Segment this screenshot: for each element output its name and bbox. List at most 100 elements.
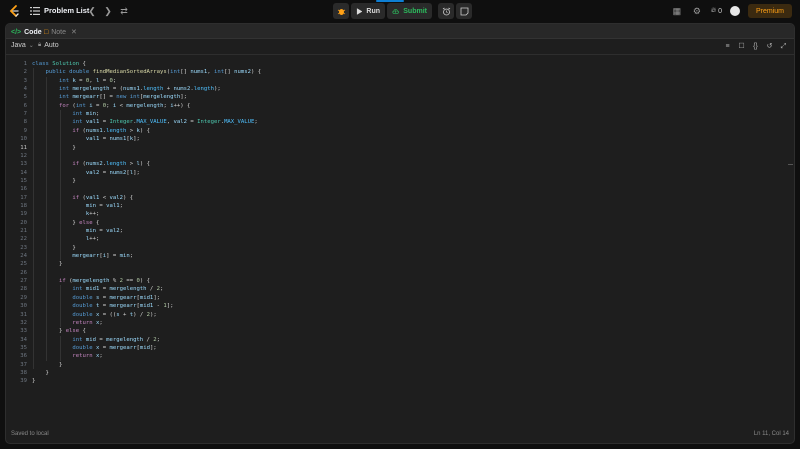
- code-line[interactable]: 32 return x;: [6, 319, 794, 327]
- code-line[interactable]: 18 min = val1;: [6, 202, 794, 210]
- chevron-down-icon: ⌄: [28, 43, 34, 49]
- code-line[interactable]: 39}: [6, 377, 794, 385]
- run-label: Run: [366, 7, 380, 15]
- code-line[interactable]: 3 int k = 0, l = 0;: [6, 77, 794, 85]
- code-line[interactable]: 19 k++;: [6, 210, 794, 218]
- code-line[interactable]: 21 min = val2;: [6, 227, 794, 235]
- code-line[interactable]: 8 int val1 = Integer.MAX_VALUE, val2 = I…: [6, 118, 794, 126]
- line-number: 32: [20, 319, 27, 326]
- code-line[interactable]: 36 return x;: [6, 352, 794, 360]
- tab-note[interactable]: □ Note ✕: [44, 27, 77, 37]
- run-indicator: [376, 0, 404, 2]
- line-text: double x = ((s + t) / 2);: [72, 311, 157, 318]
- line-text: int mergelength = (nums1.length + nums2.…: [58, 86, 221, 93]
- leetcode-logo-icon[interactable]: [7, 4, 21, 18]
- line-text: }: [32, 261, 63, 268]
- line-number: 16: [20, 186, 27, 193]
- code-editor[interactable]: 1 class Solution {2 public double findMed…: [6, 56, 794, 428]
- chevron-right-icon[interactable]: ❯: [102, 5, 114, 17]
- code-line[interactable]: 28 int mid1 = mergelength / 2;: [6, 285, 794, 293]
- line-text: int mergearr[] = new int[mergelength];: [58, 94, 187, 101]
- line-text: }: [32, 378, 36, 385]
- tab-code-label: Code: [24, 28, 42, 36]
- line-number: 37: [20, 361, 27, 368]
- auto-mode-toggle[interactable]: 🔒︎ Auto: [38, 42, 59, 49]
- close-icon[interactable]: ✕: [71, 28, 77, 36]
- line-text: val1 = nums1[k];: [85, 136, 140, 143]
- code-line[interactable]: 17 if (val1 < val2) {: [6, 194, 794, 202]
- code-line[interactable]: 29 double s = mergearr[mid1];: [6, 294, 794, 302]
- editor-tools: ≡ ☐ {} ↺ ⤢: [723, 42, 788, 51]
- notes-button[interactable]: [456, 3, 472, 19]
- braces-icon[interactable]: {}: [751, 42, 760, 51]
- line-text: }: [32, 361, 63, 368]
- streak-count: 0: [718, 7, 722, 15]
- code-line[interactable]: 13 if (nums2.length > l) {: [6, 160, 794, 168]
- line-number: 14: [20, 169, 27, 176]
- premium-button[interactable]: Premium: [747, 4, 792, 18]
- debug-button[interactable]: [333, 3, 349, 19]
- code-line[interactable]: 4 int mergelength = (nums1.length + nums…: [6, 85, 794, 93]
- save-status: Saved to local: [11, 431, 49, 437]
- code-line[interactable]: 15 }: [6, 177, 794, 185]
- timer-button[interactable]: [438, 3, 454, 19]
- reset-icon[interactable]: ↺: [765, 42, 774, 51]
- code-line[interactable]: 22 l++;: [6, 235, 794, 243]
- line-text: mergearr[i] = min;: [72, 253, 134, 260]
- code-line[interactable]: 34 int mid = mergelength / 2;: [6, 336, 794, 344]
- line-number: 33: [20, 328, 27, 335]
- gear-icon[interactable]: ⚙: [691, 5, 703, 17]
- format-icon[interactable]: ≡: [723, 42, 732, 51]
- code-line[interactable]: 38 }: [6, 369, 794, 377]
- code-line[interactable]: 11 }: [6, 144, 794, 152]
- code-line[interactable]: 23 }: [6, 244, 794, 252]
- line-text: }: [32, 244, 76, 251]
- code-line[interactable]: 2 public double findMedianSortedArrays(i…: [6, 68, 794, 76]
- submit-button[interactable]: Submit: [387, 3, 432, 19]
- line-text: double s = mergearr[mid1];: [72, 294, 161, 301]
- code-line[interactable]: 1 class Solution {: [6, 60, 794, 68]
- submit-label: Submit: [403, 7, 427, 15]
- code-line[interactable]: 30 double t = mergearr[mid1 - 1];: [6, 302, 794, 310]
- sticky-note-icon: [460, 7, 468, 15]
- code-line[interactable]: 35 double x = mergearr[mid];: [6, 344, 794, 352]
- layout-icon[interactable]: ▦: [671, 5, 683, 17]
- avatar[interactable]: [729, 6, 740, 16]
- run-button[interactable]: Run: [351, 3, 385, 19]
- code-line[interactable]: 9 if (nums1.length > k) {: [6, 127, 794, 135]
- shuffle-icon[interactable]: ⇄: [118, 5, 130, 17]
- code-line[interactable]: 16: [6, 185, 794, 193]
- play-icon: [356, 7, 363, 15]
- code-line[interactable]: 5 int mergearr[] = new int[mergelength];: [6, 93, 794, 101]
- code-line[interactable]: 26: [6, 269, 794, 277]
- line-number: 25: [20, 261, 27, 268]
- tab-code[interactable]: </> Code: [11, 27, 42, 37]
- line-number: 5: [23, 94, 27, 101]
- note-icon: □: [44, 28, 49, 36]
- streak-counter[interactable]: 🔥︎ 0: [711, 7, 722, 15]
- code-line[interactable]: 37 }: [6, 361, 794, 369]
- language-label: Java: [11, 42, 26, 49]
- chevron-left-icon[interactable]: ❮: [86, 5, 98, 17]
- problem-list-link[interactable]: Problem List: [44, 6, 89, 15]
- code-line[interactable]: 14 val2 = nums2[l];: [6, 169, 794, 177]
- line-text: public double findMedianSortedArrays(int…: [45, 69, 262, 76]
- code-line[interactable]: 24 mergearr[i] = min;: [6, 252, 794, 260]
- problem-list-icon[interactable]: [30, 6, 40, 16]
- code-line[interactable]: 33 } else {: [6, 327, 794, 335]
- code-line[interactable]: 27 if (mergelength % 2 == 0) {: [6, 277, 794, 285]
- code-line[interactable]: 10 val1 = nums1[k];: [6, 135, 794, 143]
- code-line[interactable]: 7 int min;: [6, 110, 794, 118]
- line-number: 19: [20, 211, 27, 218]
- bookmark-icon[interactable]: ☐: [737, 42, 746, 51]
- code-line[interactable]: 12: [6, 152, 794, 160]
- language-select[interactable]: Java ⌄: [11, 42, 34, 49]
- code-line[interactable]: 31 double x = ((s + t) / 2);: [6, 311, 794, 319]
- line-text: min = val1;: [85, 202, 123, 209]
- code-line[interactable]: 20 } else {: [6, 219, 794, 227]
- code-line[interactable]: 6 for (int i = 0; i < mergelength; i++) …: [6, 102, 794, 110]
- line-number: 31: [20, 311, 27, 318]
- line-text: for (int i = 0; i < mergelength; i++) {: [58, 102, 191, 109]
- fullscreen-icon[interactable]: ⤢: [779, 42, 788, 51]
- code-line[interactable]: 25 }: [6, 260, 794, 268]
